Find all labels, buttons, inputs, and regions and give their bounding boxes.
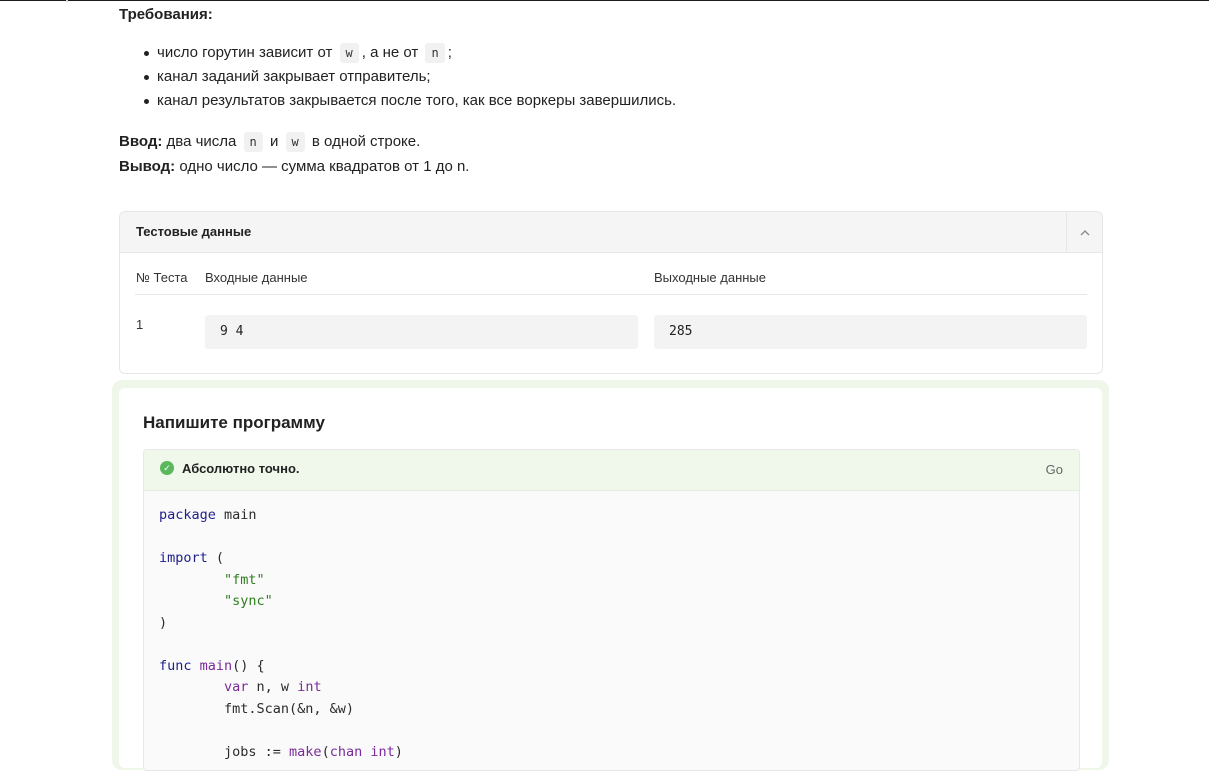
code-line: ) bbox=[159, 614, 168, 631]
req-text: число горутин зависит от bbox=[157, 44, 333, 61]
result-status: Абсолютно точно. bbox=[182, 461, 300, 476]
input-text: два числа bbox=[166, 133, 237, 150]
column-header-output: Выходные данные bbox=[654, 270, 767, 285]
test-data-panel: Тестовые данные № Теста Входные данные В… bbox=[119, 211, 1103, 374]
code-editor[interactable]: ✓ Абсолютно точно. Go package main impor… bbox=[143, 449, 1080, 771]
code-line: package main bbox=[159, 507, 257, 523]
list-item: канал результатов закрывается после того… bbox=[119, 89, 676, 113]
code-line: func main() { bbox=[159, 657, 265, 674]
inline-code-n: n bbox=[425, 43, 445, 63]
language-selector[interactable]: Go bbox=[1046, 462, 1063, 477]
top-border-mark bbox=[66, 0, 68, 2]
inline-code-w: w bbox=[339, 43, 359, 63]
requirements-title: Требования: bbox=[119, 6, 213, 23]
inline-code-n: n bbox=[243, 132, 263, 152]
column-header-test-number: № Теста bbox=[136, 270, 188, 285]
test-number: 1 bbox=[136, 317, 144, 332]
code-line: "sync" bbox=[224, 593, 273, 609]
list-item: канал заданий закрывает отправитель; bbox=[119, 65, 676, 89]
test-data-header[interactable]: Тестовые данные bbox=[120, 212, 1102, 253]
list-item: число горутин зависит от w, а не от n; bbox=[119, 41, 676, 65]
req-text: ; bbox=[447, 44, 452, 61]
code-line: var n, w int bbox=[224, 679, 322, 695]
code-line: "fmt" bbox=[224, 571, 265, 588]
test-input-value: 9 4 bbox=[205, 315, 638, 349]
inline-code-w: w bbox=[285, 132, 305, 152]
check-circle-icon: ✓ bbox=[160, 461, 174, 475]
code-line: import ( bbox=[159, 550, 225, 566]
top-border bbox=[0, 0, 1209, 1]
input-label: Ввод: bbox=[119, 133, 163, 150]
output-label: Вывод: bbox=[119, 158, 176, 175]
program-title: Напишите программу bbox=[143, 413, 325, 432]
column-header-input: Входные данные bbox=[205, 270, 308, 285]
editor-status-bar: ✓ Абсолютно точно. Go bbox=[144, 450, 1079, 491]
test-output-value: 285 bbox=[654, 315, 1087, 349]
code-area[interactable]: package main import ( "fmt" "sync" ) fun… bbox=[159, 505, 403, 763]
input-spec: Ввод: два числа n и w в одной строке. bbox=[119, 130, 420, 154]
output-text: одно число — сумма квадратов от 1 до n. bbox=[179, 158, 470, 175]
input-text: в одной строке. bbox=[311, 133, 421, 150]
requirements-list: число горутин зависит от w, а не от n; к… bbox=[119, 41, 676, 113]
header-divider bbox=[135, 294, 1087, 295]
code-line: fmt.Scan(&n, &w) bbox=[159, 700, 355, 717]
chevron-up-icon bbox=[1080, 225, 1090, 239]
req-text: , а не от bbox=[361, 44, 419, 61]
collapse-button[interactable] bbox=[1066, 212, 1102, 252]
output-spec: Вывод: одно число — сумма квадратов от 1… bbox=[119, 155, 469, 179]
input-text: и bbox=[269, 133, 279, 150]
test-data-title: Тестовые данные bbox=[136, 224, 252, 239]
